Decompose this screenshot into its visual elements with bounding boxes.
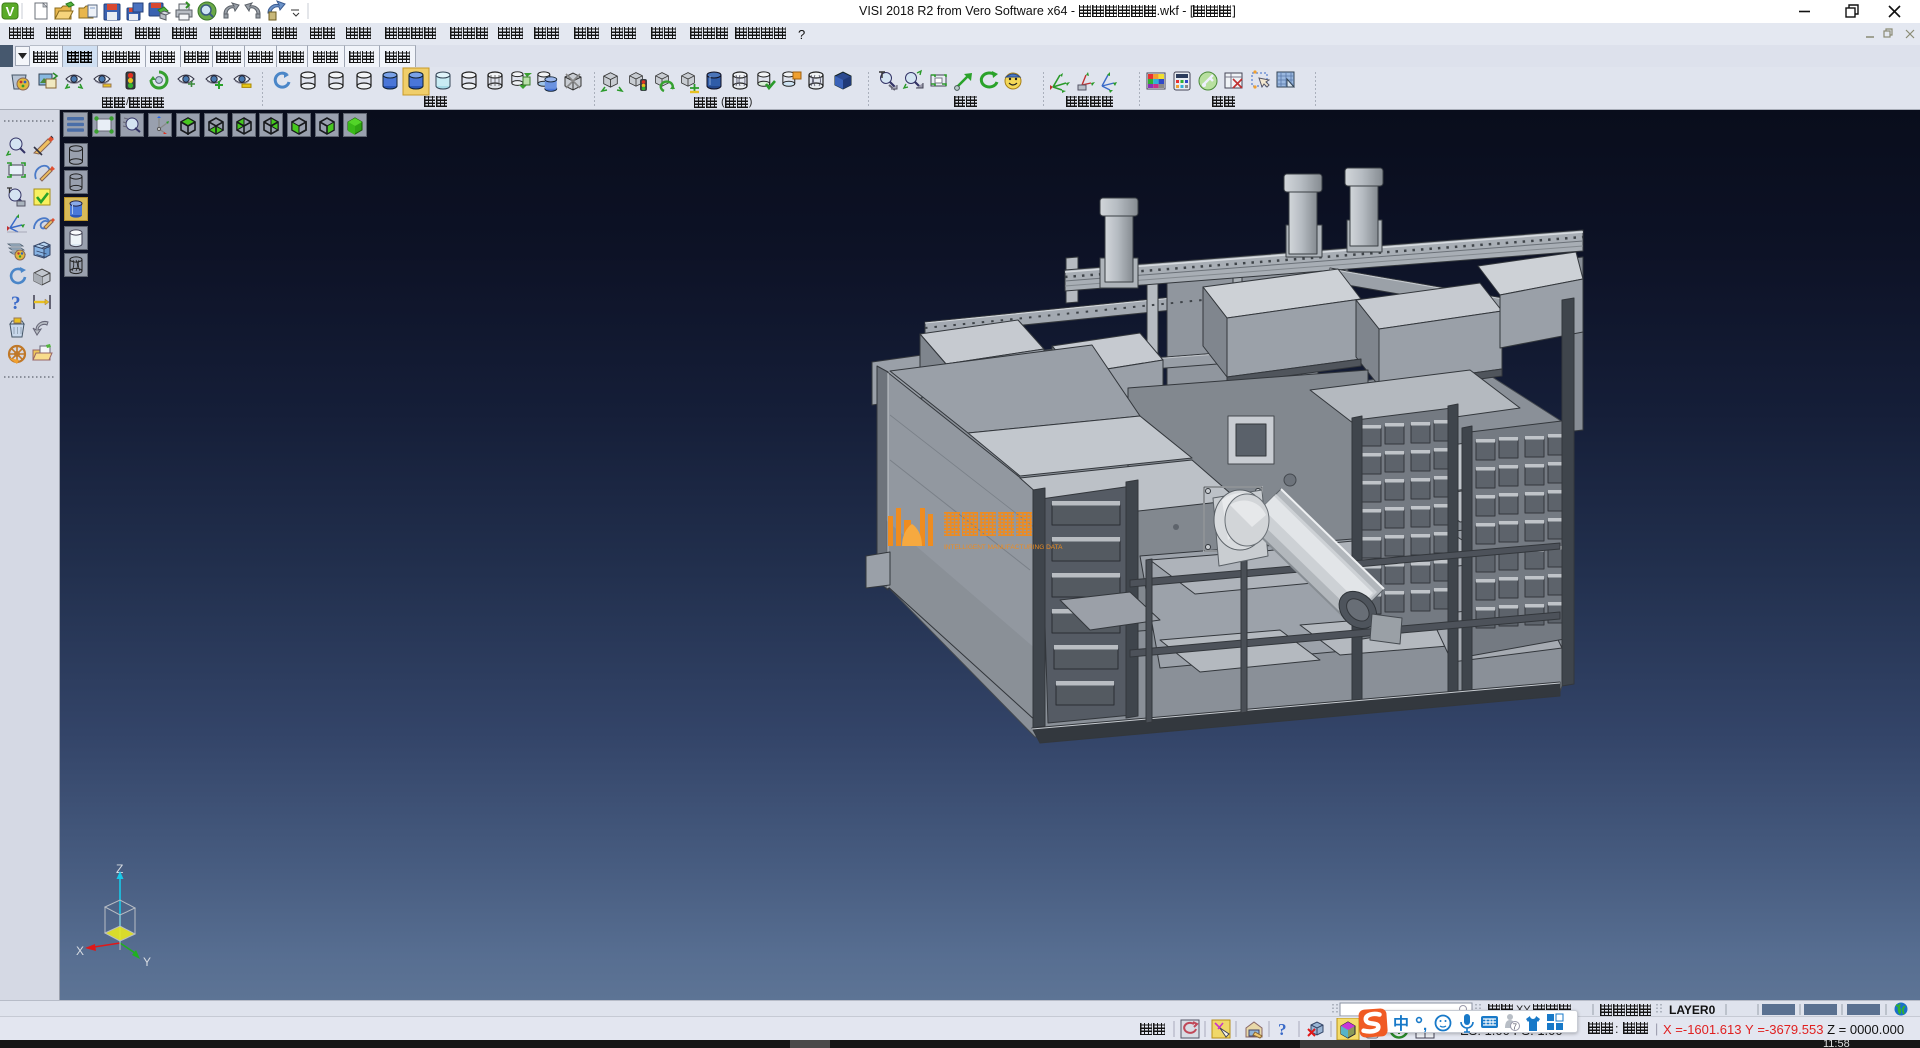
- svg-text:V: V: [6, 4, 15, 19]
- svg-text:?: ?: [11, 293, 21, 314]
- svg-text:X: X: [76, 944, 84, 958]
- svg-text:?: ?: [1278, 1020, 1287, 1039]
- svg-text:INTELLIGENT MANUFACTURING DATA: INTELLIGENT MANUFACTURING DATA: [944, 544, 1063, 551]
- svg-text:,: ,: [1423, 1017, 1427, 1034]
- svg-text:中: 中: [1393, 1014, 1409, 1033]
- svg-text:7: 7: [1513, 1023, 1518, 1032]
- svg-text:Y: Y: [143, 955, 151, 969]
